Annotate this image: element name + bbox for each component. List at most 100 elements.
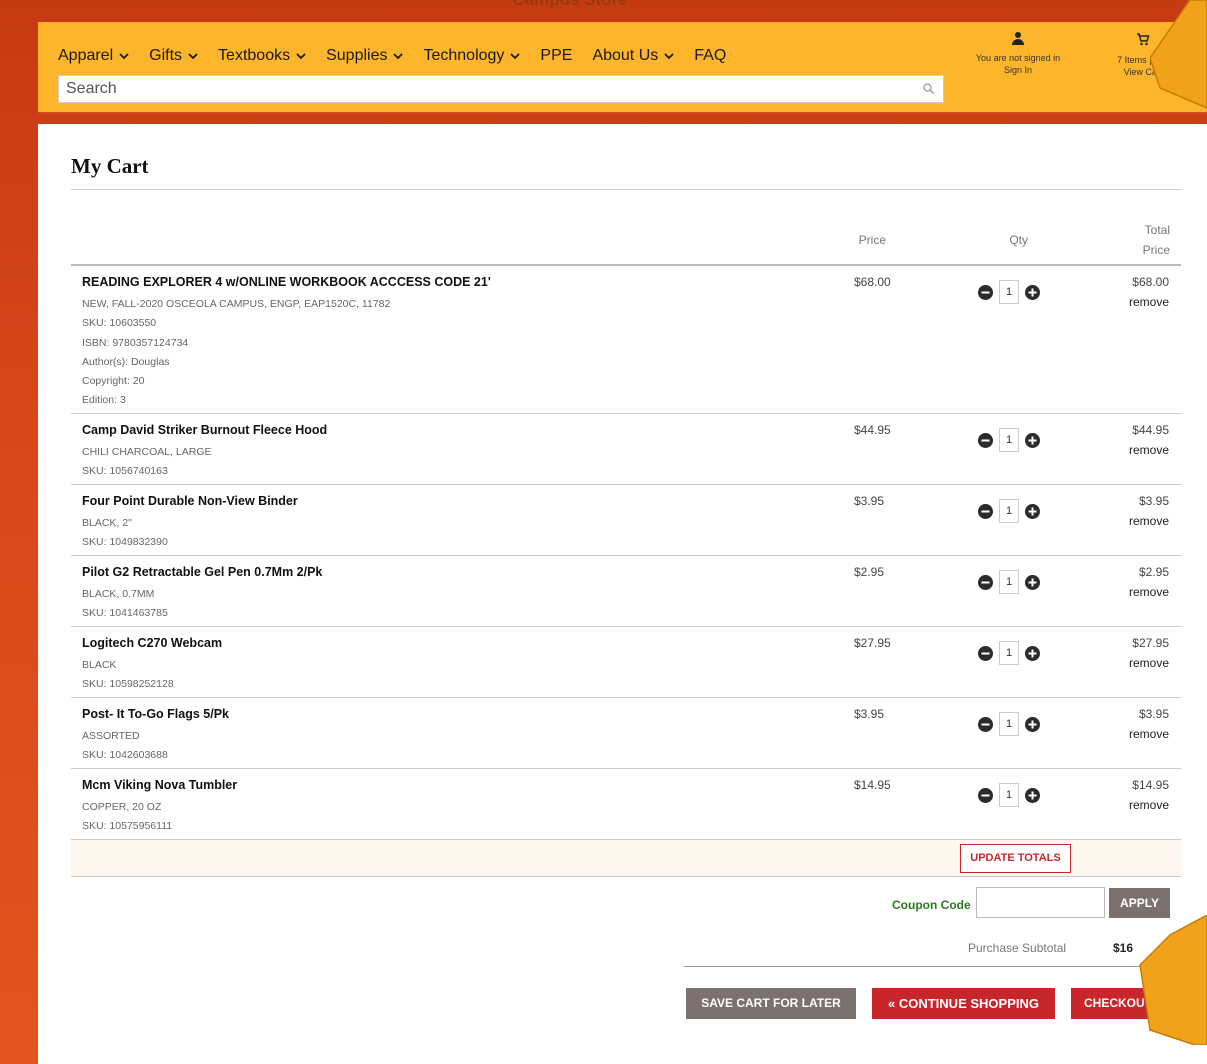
remove-link[interactable]: remove bbox=[1129, 443, 1169, 457]
plus-icon[interactable] bbox=[1025, 716, 1040, 732]
remove-link[interactable]: remove bbox=[1129, 798, 1169, 812]
item-detail-line: SKU: 1056740163 bbox=[82, 465, 168, 478]
nav-item-apparel[interactable]: Apparel bbox=[58, 47, 129, 65]
remove-link[interactable]: remove bbox=[1129, 295, 1169, 309]
total-header-line1: Total bbox=[1144, 223, 1170, 237]
item-name[interactable]: Camp David Striker Burnout Fleece Hood bbox=[82, 423, 327, 437]
nav-item-gifts[interactable]: Gifts bbox=[149, 47, 198, 65]
quantity-input[interactable] bbox=[999, 280, 1019, 304]
minus-icon[interactable] bbox=[978, 787, 993, 803]
quantity-input[interactable] bbox=[999, 428, 1019, 452]
site-header: Apparel Gifts Textbooks Supplies Technology P… bbox=[38, 22, 1207, 114]
plus-icon[interactable] bbox=[1025, 574, 1040, 590]
cart-icon bbox=[1093, 32, 1193, 50]
item-total: $68.00 bbox=[1132, 275, 1169, 289]
plus-icon[interactable] bbox=[1025, 503, 1040, 519]
minus-icon[interactable] bbox=[978, 574, 993, 590]
chevron-down-icon bbox=[393, 51, 404, 63]
minus-icon[interactable] bbox=[978, 645, 993, 661]
item-detail-line: Author(s): Douglas bbox=[82, 355, 170, 368]
update-strip: UPDATE TOTALS bbox=[71, 840, 1181, 877]
item-detail-line: BLACK, 0.7MM bbox=[82, 588, 155, 600]
item-detail-line: SKU: 1041463785 bbox=[82, 607, 168, 620]
remove-link[interactable]: remove bbox=[1129, 585, 1169, 599]
quantity-input[interactable] bbox=[999, 570, 1019, 594]
account-status: You are not signed in bbox=[975, 53, 1061, 63]
nav-item-label: Textbooks bbox=[218, 47, 291, 64]
cart-row: Camp David Striker Burnout Fleece Hood CH… bbox=[71, 414, 1181, 485]
item-detail-line: NEW, FALL-2020 OSCEOLA CAMPUS, ENGP, EAP… bbox=[82, 298, 391, 310]
save-cart-button[interactable]: SAVE CART FOR LATER bbox=[686, 988, 856, 1019]
chevron-down-icon bbox=[119, 51, 129, 63]
nav-item-label: FAQ bbox=[694, 47, 727, 64]
nav-item-textbooks[interactable]: Textbooks bbox=[218, 47, 306, 65]
chevron-down-icon bbox=[510, 51, 521, 63]
cart-row: Four Point Durable Non-View Binder BLACK,… bbox=[71, 485, 1181, 556]
item-detail-line: Edition: 3 bbox=[82, 394, 126, 407]
sign-in-link[interactable]: Sign In bbox=[958, 64, 1078, 76]
nav-item-ppe[interactable]: PPE bbox=[540, 47, 572, 65]
minus-icon[interactable] bbox=[978, 284, 993, 300]
minus-icon[interactable] bbox=[978, 503, 993, 519]
item-name[interactable]: Four Point Durable Non-View Binder bbox=[82, 494, 298, 508]
apply-coupon-button[interactable]: APPLY bbox=[1109, 888, 1170, 918]
item-price: $2.95 bbox=[854, 565, 885, 579]
item-detail-line: ISBN: 9780357124734 bbox=[82, 336, 189, 349]
item-name[interactable]: Logitech C270 Webcam bbox=[82, 636, 222, 650]
search-input[interactable] bbox=[59, 76, 913, 102]
nav-item-label: PPE bbox=[540, 47, 573, 64]
item-total: $27.95 bbox=[1132, 636, 1169, 650]
nav-item-label: About Us bbox=[592, 47, 659, 64]
search-bar bbox=[58, 75, 944, 103]
item-detail-line: BLACK, 2" bbox=[82, 517, 132, 529]
coupon-input[interactable] bbox=[976, 887, 1105, 918]
remove-link[interactable]: remove bbox=[1129, 514, 1169, 528]
item-details: COPPER, 20 OZ SKU: 10575956111 bbox=[82, 798, 172, 837]
cart-panel: My Cart Price Qty Total Price READING EX… bbox=[38, 124, 1207, 1064]
search-icon[interactable] bbox=[913, 82, 943, 97]
item-details: CHILI CHARCOAL, LARGE SKU: 1056740163 bbox=[82, 443, 212, 482]
remove-link[interactable]: remove bbox=[1129, 727, 1169, 741]
nav-item-technology[interactable]: Technology bbox=[423, 47, 521, 65]
item-price: $14.95 bbox=[854, 778, 891, 792]
nav-item-label: Apparel bbox=[58, 47, 114, 64]
item-detail-line: SKU: 1042603688 bbox=[82, 749, 168, 762]
minus-icon[interactable] bbox=[978, 716, 993, 732]
quantity-input[interactable] bbox=[999, 783, 1019, 807]
item-total: $14.95 bbox=[1132, 778, 1169, 792]
checkout-button[interactable]: CHECKOUT » bbox=[1071, 988, 1175, 1019]
quantity-input[interactable] bbox=[999, 641, 1019, 665]
item-name[interactable]: Mcm Viking Nova Tumbler bbox=[82, 778, 237, 792]
nav-item-about-us[interactable]: About Us bbox=[592, 47, 674, 65]
cart-widget[interactable]: 7 Items | $16 View Cart bbox=[1093, 32, 1193, 78]
plus-icon[interactable] bbox=[1025, 787, 1040, 803]
cart-row: READING EXPLORER 4 w/ONLINE WORKBOOK ACC… bbox=[71, 266, 1181, 414]
view-cart-link[interactable]: View Cart bbox=[1093, 66, 1193, 78]
plus-icon[interactable] bbox=[1025, 432, 1040, 448]
chevron-down-icon bbox=[188, 51, 198, 63]
cart-row: Logitech C270 Webcam BLACK SKU: 1059825212… bbox=[71, 627, 1181, 698]
subtotal-label: Purchase Subtotal bbox=[968, 941, 1067, 955]
account-widget[interactable]: You are not signed in Sign In bbox=[958, 32, 1078, 76]
item-details: BLACK SKU: 10598252128 bbox=[82, 656, 174, 695]
item-name[interactable]: Post- It To-Go Flags 5/Pk bbox=[82, 707, 229, 721]
item-name[interactable]: READING EXPLORER 4 w/ONLINE WORKBOOK ACC… bbox=[82, 275, 491, 289]
remove-link[interactable]: remove bbox=[1129, 656, 1169, 670]
continue-shopping-button[interactable]: « CONTINUE SHOPPING bbox=[872, 988, 1055, 1019]
plus-icon[interactable] bbox=[1025, 284, 1040, 300]
update-totals-button[interactable]: UPDATE TOTALS bbox=[960, 844, 1071, 873]
item-price: $44.95 bbox=[854, 423, 891, 437]
nav-item-supplies[interactable]: Supplies bbox=[326, 47, 404, 65]
minus-icon[interactable] bbox=[978, 432, 993, 448]
item-price: $3.95 bbox=[854, 707, 885, 721]
quantity-input[interactable] bbox=[999, 499, 1019, 523]
title-divider bbox=[71, 189, 1181, 190]
nav-item-faq[interactable]: FAQ bbox=[694, 47, 726, 65]
item-detail-line: BLACK bbox=[82, 659, 117, 671]
total-header-line2: Price bbox=[1142, 243, 1170, 257]
quantity-input[interactable] bbox=[999, 712, 1019, 736]
item-name[interactable]: Pilot G2 Retractable Gel Pen 0.7Mm 2/Pk bbox=[82, 565, 322, 579]
plus-icon[interactable] bbox=[1025, 645, 1040, 661]
quantity-stepper bbox=[978, 280, 1040, 304]
nav-item-label: Gifts bbox=[149, 47, 183, 64]
